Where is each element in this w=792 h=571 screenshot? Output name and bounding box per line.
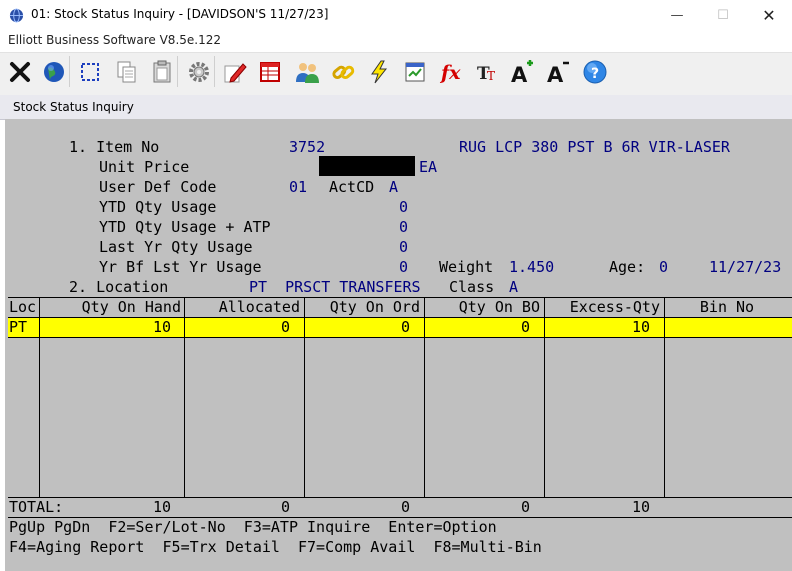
table-row-qty-on-hand[interactable]: 10 bbox=[41, 317, 171, 337]
ytd-usage-atp-label: YTD Qty Usage + ATP bbox=[99, 218, 271, 236]
paste-icon[interactable] bbox=[146, 56, 178, 87]
grid-col-divider bbox=[184, 297, 185, 497]
unit-of-measure: EA bbox=[419, 158, 438, 176]
app-name: Elliott Business Software V8.5e.122 bbox=[8, 33, 221, 47]
link-icon[interactable] bbox=[327, 56, 358, 87]
exit-icon[interactable] bbox=[4, 56, 35, 87]
font-size-icon[interactable]: TT bbox=[471, 56, 502, 87]
total-qty-on-bo: 0 bbox=[520, 498, 530, 516]
svg-text:fx: fx bbox=[439, 62, 461, 84]
grid-col-divider bbox=[544, 297, 545, 497]
col-header-bin-no: Bin No bbox=[699, 298, 755, 316]
unit-price-redacted bbox=[319, 156, 415, 176]
edit-icon[interactable] bbox=[219, 56, 250, 87]
function-keys-line-2: F4=Aging Report F5=Trx Detail F7=Comp Av… bbox=[9, 538, 542, 556]
weight-value: 1.450 bbox=[509, 258, 555, 276]
window-titlebar: 01: Stock Status Inquiry - [DAVIDSON'S 1… bbox=[0, 0, 792, 31]
actcd-label: ActCD bbox=[329, 178, 375, 196]
yr-bf-lst-yr-label: Yr Bf Lst Yr Usage bbox=[99, 258, 262, 276]
item-description: RUG LCP 380 PST B 6R VIR-LASER bbox=[459, 138, 730, 156]
actcd-value: A bbox=[389, 178, 399, 196]
grid-col-divider bbox=[424, 297, 425, 497]
table-row-excess-qty[interactable]: 10 bbox=[546, 317, 650, 337]
minimize-button[interactable]: — bbox=[654, 0, 700, 31]
last-yr-usage-value: 0 bbox=[399, 238, 409, 256]
class-value: A bbox=[509, 278, 519, 296]
font-increase-icon[interactable]: A bbox=[507, 56, 538, 87]
unit-price-label: Unit Price bbox=[99, 158, 190, 176]
toolbar: fx TT A A ? bbox=[0, 52, 792, 90]
total-qty-on-ord: 0 bbox=[400, 498, 410, 516]
form-title: Stock Status Inquiry bbox=[13, 100, 134, 114]
yr-bf-lst-yr-value: 0 bbox=[399, 258, 409, 276]
form-header: Stock Status Inquiry bbox=[0, 95, 792, 120]
ytd-qty-usage-value: 0 bbox=[399, 198, 409, 216]
col-header-qty-on-hand: Qty On Hand bbox=[81, 298, 181, 316]
location-value: PT PRSCT TRANSFERS bbox=[249, 278, 421, 296]
maximize-button[interactable]: ☐ bbox=[700, 0, 746, 31]
grid-row-border bbox=[8, 337, 792, 338]
app-globe-icon bbox=[9, 8, 24, 23]
age-value: 0 bbox=[659, 258, 669, 276]
svg-text:A: A bbox=[547, 63, 564, 84]
report-icon[interactable] bbox=[399, 56, 430, 87]
grid-col-divider bbox=[39, 297, 40, 497]
spreadsheet-icon[interactable] bbox=[254, 56, 285, 87]
svg-text:T: T bbox=[487, 69, 495, 83]
user-def-code-value: 01 bbox=[289, 178, 308, 196]
settings-icon[interactable] bbox=[183, 56, 215, 87]
item-no-label[interactable]: 1. Item No bbox=[69, 137, 159, 157]
table-row-bin-no[interactable] bbox=[666, 317, 786, 337]
users-icon[interactable] bbox=[291, 56, 322, 87]
font-decrease-icon[interactable]: A bbox=[543, 56, 574, 87]
select-icon[interactable] bbox=[74, 56, 105, 87]
window-title: 01: Stock Status Inquiry - [DAVIDSON'S 1… bbox=[31, 7, 329, 21]
weight-label: Weight bbox=[439, 258, 494, 276]
globe-icon[interactable] bbox=[38, 56, 70, 87]
function-icon[interactable]: fx bbox=[435, 56, 466, 87]
copy-icon[interactable] bbox=[111, 56, 142, 87]
help-icon[interactable]: ? bbox=[579, 56, 610, 87]
ytd-qty-usage-label: YTD Qty Usage bbox=[99, 198, 217, 216]
total-allocated: 0 bbox=[280, 498, 290, 516]
table-row-loc[interactable]: PT bbox=[9, 317, 39, 337]
close-button[interactable]: ✕ bbox=[746, 0, 792, 31]
function-keys-line-1: PgUp PgDn F2=Ser/Lot-No F3=ATP Inquire E… bbox=[9, 518, 497, 536]
col-header-qty-on-bo: Qty On BO bbox=[458, 298, 540, 316]
item-no-value: 3752 bbox=[289, 138, 326, 156]
svg-text:A: A bbox=[511, 63, 528, 84]
location-label[interactable]: 2. Location bbox=[69, 277, 168, 297]
grid-col-divider bbox=[304, 297, 305, 497]
class-label: Class bbox=[449, 278, 495, 296]
last-yr-usage-label: Last Yr Qty Usage bbox=[99, 238, 253, 256]
col-header-excess-qty: Excess-Qty bbox=[569, 298, 660, 316]
table-row-qty-on-bo[interactable]: 0 bbox=[426, 317, 530, 337]
ytd-usage-atp-value: 0 bbox=[399, 218, 409, 236]
inquiry-screen[interactable]: 1. Item No 3752 RUG LCP 380 PST B 6R VIR… bbox=[5, 119, 792, 571]
age-label: Age: bbox=[609, 258, 646, 276]
total-qty-on-hand: 10 bbox=[152, 498, 171, 516]
col-header-allocated: Allocated bbox=[218, 298, 300, 316]
table-row-allocated[interactable]: 0 bbox=[186, 317, 290, 337]
col-header-loc: Loc bbox=[9, 298, 37, 316]
inquiry-date: 11/27/23 bbox=[709, 258, 782, 276]
grid-col-divider bbox=[664, 297, 665, 497]
col-header-qty-on-ord: Qty On Ord bbox=[329, 298, 420, 316]
lightning-icon[interactable] bbox=[363, 56, 394, 87]
svg-text:?: ? bbox=[591, 66, 599, 82]
user-def-code-label: User Def Code bbox=[99, 178, 217, 196]
total-excess-qty: 10 bbox=[631, 498, 650, 516]
table-row-qty-on-ord[interactable]: 0 bbox=[306, 317, 410, 337]
